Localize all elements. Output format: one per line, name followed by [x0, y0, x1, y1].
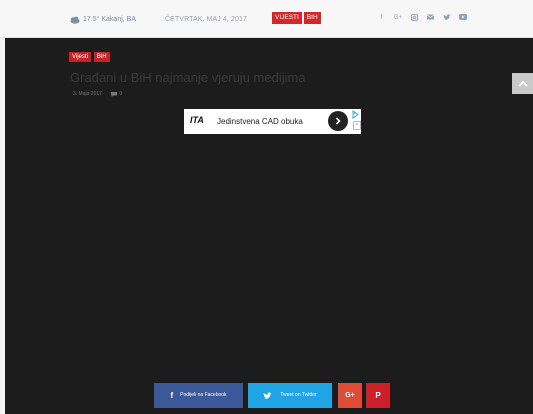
google-plus-icon: G+	[345, 391, 355, 399]
comment-count[interactable]: 0	[111, 91, 122, 98]
chevron-up-icon	[517, 80, 528, 87]
category-bih[interactable]: BiH	[93, 52, 110, 62]
top-bar: 17.5° Kakanj, BA ČETVRTAK, MAJ 4, 2017 V…	[0, 0, 533, 38]
twitter-icon	[263, 391, 273, 399]
share-facebook-button[interactable]: f Podijeli na Facebook	[154, 383, 243, 408]
ad-close-icon[interactable]: ×	[353, 121, 361, 130]
instagram-icon[interactable]	[410, 13, 419, 23]
article-categories: Vijesti BiH	[69, 52, 110, 62]
share-twitter-button[interactable]: Tweet on Twitter	[248, 383, 332, 408]
ad-go-button[interactable]	[328, 111, 348, 131]
article-title: Građani u BiH najmanje vjeruju medijima	[70, 70, 306, 85]
share-twitter-label: Tweet on Twitter	[280, 392, 317, 398]
share-googleplus-button[interactable]: G+	[338, 383, 362, 408]
facebook-icon: f	[170, 390, 174, 400]
comment-count-value: 0	[119, 91, 123, 97]
chevron-right-icon	[335, 117, 341, 125]
scroll-to-top-button[interactable]	[512, 73, 533, 94]
pinterest-icon: P	[375, 390, 381, 400]
social-links: f G+	[377, 13, 467, 23]
email-icon[interactable]	[426, 13, 435, 23]
twitter-icon[interactable]	[442, 13, 451, 23]
weather-text: 17.5° Kakanj, BA	[83, 16, 136, 23]
ad-logo: ITA	[190, 115, 204, 125]
youtube-icon[interactable]	[458, 13, 467, 23]
top-tags: VIJESTI BiH	[272, 12, 321, 24]
ad-text: Jedinstvena CAD obuka	[217, 117, 303, 126]
ad-choices-icon[interactable]	[351, 110, 360, 119]
tag-vijesti[interactable]: VIJESTI	[272, 12, 302, 24]
share-pinterest-button[interactable]: P	[366, 383, 390, 408]
article-date: 3. Maja 2017.	[73, 91, 104, 97]
article-meta: 3. Maja 2017. 0	[73, 91, 122, 98]
weather-widget: 17.5° Kakanj, BA	[69, 15, 136, 25]
tag-bih[interactable]: BiH	[303, 12, 321, 24]
facebook-icon[interactable]: f	[377, 13, 386, 23]
current-date: ČETVRTAK, MAJ 4, 2017	[165, 16, 247, 23]
comment-icon	[111, 92, 118, 97]
google-plus-icon[interactable]: G+	[393, 13, 403, 23]
category-vijesti[interactable]: Vijesti	[69, 52, 91, 62]
share-facebook-label: Podijeli na Facebook	[180, 392, 227, 398]
ad-banner[interactable]: ITA Jedinstvena CAD obuka ×	[184, 109, 361, 134]
weather-icon	[70, 16, 80, 24]
